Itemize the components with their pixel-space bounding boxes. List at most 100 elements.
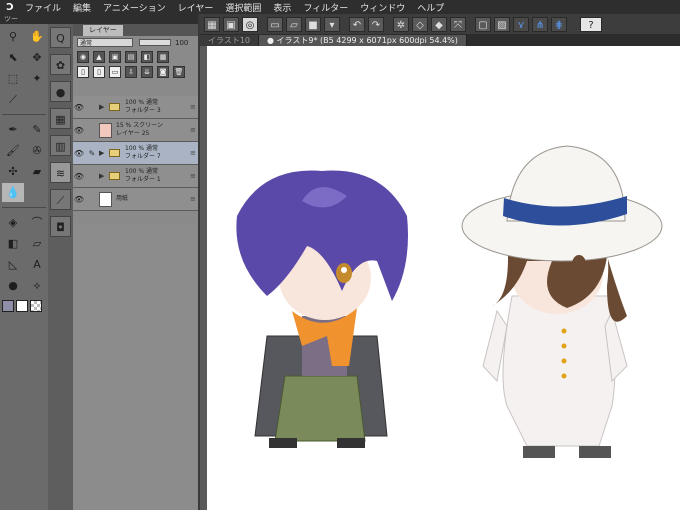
- mask-icon[interactable]: ◧: [141, 50, 153, 63]
- gradient-icon[interactable]: ◧: [2, 234, 24, 253]
- open-folder-icon[interactable]: ▱: [286, 16, 302, 32]
- new-raster-layer-icon[interactable]: ▯: [77, 65, 89, 78]
- layer-list-empty-area[interactable]: [73, 224, 198, 510]
- new-folder-icon[interactable]: ▭: [109, 65, 121, 78]
- foreground-color-swatch[interactable]: [2, 300, 14, 312]
- pen-marker-icon[interactable]: ✎: [85, 149, 99, 158]
- save-icon[interactable]: ■: [305, 16, 321, 32]
- eye-icon[interactable]: 👁: [73, 149, 85, 158]
- clip-icon[interactable]: ◉: [77, 50, 89, 63]
- airbrush-icon[interactable]: ✇: [26, 141, 48, 160]
- tool-property-icon[interactable]: ≋: [50, 162, 71, 183]
- eye-icon[interactable]: 👁: [73, 126, 85, 135]
- menu-edit[interactable]: 編集: [68, 1, 98, 14]
- zoom-icon[interactable]: ⚲: [2, 27, 24, 46]
- window-icon[interactable]: ▣: [223, 16, 239, 32]
- blend-mode-select[interactable]: 通常: [77, 38, 133, 47]
- snap-grid-icon[interactable]: ⋕: [551, 16, 567, 32]
- decoration-icon[interactable]: ✣: [2, 162, 24, 181]
- background-color-swatch[interactable]: [16, 300, 28, 312]
- text-icon[interactable]: A: [26, 255, 48, 274]
- blend-icon[interactable]: 💧: [2, 183, 24, 202]
- transparent-color-swatch[interactable]: [30, 300, 42, 312]
- sub-tool-icon[interactable]: ✿: [50, 54, 71, 75]
- clear-icon[interactable]: ◇: [412, 16, 428, 32]
- eye-icon[interactable]: 👁: [73, 172, 85, 181]
- tab-illust10[interactable]: イラスト10: [200, 35, 260, 46]
- eraser-icon[interactable]: ▰: [26, 162, 48, 181]
- ruler-icon[interactable]: ⋎: [513, 16, 529, 32]
- delete-layer-icon[interactable]: 🗑: [173, 65, 185, 78]
- invert-selection-icon[interactable]: ▨: [494, 16, 510, 32]
- loading-icon[interactable]: ✲: [393, 16, 409, 32]
- tab-illust9[interactable]: ● イラスト9* (B5 4299 x 6071px 600dpi 54.4%): [259, 35, 467, 46]
- layer-menu-icon[interactable]: ≡: [190, 103, 198, 111]
- pen-icon[interactable]: ✒: [2, 120, 24, 139]
- layer-row[interactable]: 👁 ▶ 100 % 通常 フォルダー 1 ≡: [73, 165, 198, 188]
- selection-icon[interactable]: ⬚: [2, 69, 24, 88]
- color-set-icon[interactable]: ▦: [50, 108, 71, 129]
- transfer-down-icon[interactable]: ⇩: [125, 65, 137, 78]
- fill-bucket-icon[interactable]: ◈: [2, 213, 24, 232]
- eyedropper-icon[interactable]: ⟋: [2, 90, 24, 109]
- menu-layer[interactable]: レイヤー: [173, 1, 221, 14]
- snap-icon[interactable]: ⋔: [532, 16, 548, 32]
- transform-icon[interactable]: ⤧: [450, 16, 466, 32]
- move-layer-icon[interactable]: ✥: [26, 48, 48, 67]
- menu-selection[interactable]: 選択範囲: [220, 1, 268, 14]
- opacity-slider[interactable]: [139, 39, 171, 46]
- undo-icon[interactable]: ↶: [349, 16, 365, 32]
- layer-row[interactable]: 👁 用紙 ≡: [73, 188, 198, 211]
- save-dropdown-icon[interactable]: ▾: [324, 16, 340, 32]
- lock-alpha-icon[interactable]: ▤: [125, 50, 137, 63]
- new-file-icon[interactable]: ▭: [267, 16, 283, 32]
- brush-size-icon[interactable]: ⟋: [50, 189, 71, 210]
- curve-icon[interactable]: ⌒: [26, 213, 48, 232]
- grid-icon[interactable]: ▦: [204, 16, 220, 32]
- new-vector-layer-icon[interactable]: ▯: [93, 65, 105, 78]
- expand-arrow-icon[interactable]: ▶: [99, 172, 109, 180]
- menu-filter[interactable]: フィルター: [298, 1, 355, 14]
- help-button[interactable]: ?: [580, 16, 602, 32]
- ruler-tool-icon[interactable]: ◺: [2, 255, 24, 274]
- drawing-canvas[interactable]: [207, 46, 680, 510]
- eye-icon[interactable]: 👁: [73, 103, 85, 112]
- layer-row[interactable]: 👁 ▶ 100 % 通常 フォルダー 3 ≡: [73, 96, 198, 119]
- menu-animation[interactable]: アニメーション: [98, 1, 173, 14]
- expand-arrow-icon[interactable]: ▶: [99, 103, 109, 111]
- ruler-layer-icon[interactable]: ▦: [157, 50, 169, 63]
- navigator-icon[interactable]: Q: [50, 27, 71, 48]
- menu-view[interactable]: 表示: [268, 1, 298, 14]
- eye-icon[interactable]: 👁: [73, 195, 85, 204]
- layer-menu-icon[interactable]: ≡: [190, 172, 198, 180]
- reference-icon[interactable]: ▲: [93, 50, 105, 63]
- menu-file[interactable]: ファイル: [20, 1, 68, 14]
- layer-menu-icon[interactable]: ≡: [190, 195, 198, 203]
- layer-row[interactable]: 👁 ✎ ▶ 100 % 通常 フォルダー 7 ≡: [73, 142, 198, 165]
- shape-icon[interactable]: ▱: [26, 234, 48, 253]
- expand-arrow-icon[interactable]: ▶: [99, 149, 109, 157]
- tab-layer[interactable]: レイヤー: [83, 25, 123, 36]
- lock-icon[interactable]: ▣: [109, 50, 121, 63]
- auto-select-icon[interactable]: ✦: [26, 69, 48, 88]
- layer-menu-icon[interactable]: ≡: [190, 126, 198, 134]
- correct-line-icon[interactable]: ⟡: [26, 276, 48, 295]
- layer-row[interactable]: 👁 15 % スクリーン レイヤー 25 ≡: [73, 119, 198, 142]
- color-wheel-icon[interactable]: ●: [50, 81, 71, 102]
- menu-help[interactable]: ヘルプ: [412, 1, 451, 14]
- brush-icon[interactable]: 🖌: [2, 141, 24, 160]
- layer-menu-icon[interactable]: ≡: [190, 149, 198, 157]
- hand-icon[interactable]: ✋: [26, 27, 48, 46]
- layer-property-icon[interactable]: ◘: [50, 216, 71, 237]
- pencil-icon[interactable]: ✎: [26, 120, 48, 139]
- menu-window[interactable]: ウィンドウ: [355, 1, 412, 14]
- layer-mask-icon[interactable]: ◙: [157, 65, 169, 78]
- app-icon[interactable]: ◎: [242, 16, 258, 32]
- redo-icon[interactable]: ↷: [368, 16, 384, 32]
- material-icon[interactable]: ▥: [50, 135, 71, 156]
- tool-palette-tab[interactable]: ツー: [0, 14, 48, 24]
- fill-icon[interactable]: ◆: [431, 16, 447, 32]
- deselect-icon[interactable]: ▢: [475, 16, 491, 32]
- combine-icon[interactable]: ⇊: [141, 65, 153, 78]
- balloon-icon[interactable]: ●: [2, 276, 24, 295]
